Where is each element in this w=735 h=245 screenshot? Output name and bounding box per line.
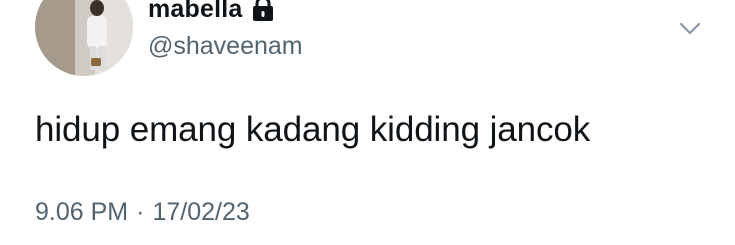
chevron-down-icon <box>679 22 701 35</box>
lock-icon <box>251 0 275 22</box>
timestamp-separator: · <box>136 198 145 226</box>
display-name[interactable]: mabella <box>148 0 275 24</box>
tweet-time: 9.06 PM <box>35 198 129 226</box>
tweet-card: mabella @shaveenam hidup emang kadang ki… <box>0 0 735 245</box>
user-handle[interactable]: @shaveenam <box>148 31 303 61</box>
more-options-button[interactable] <box>675 14 705 44</box>
tweet-timestamp[interactable]: 9.06 PM · 17/02/23 <box>35 196 250 228</box>
tweet-text: hidup emang kadang kidding jancok <box>35 110 591 149</box>
display-name-text: mabella <box>148 0 243 23</box>
avatar-image <box>35 0 133 76</box>
avatar[interactable] <box>35 0 133 76</box>
tweet-date: 17/02/23 <box>152 198 250 226</box>
